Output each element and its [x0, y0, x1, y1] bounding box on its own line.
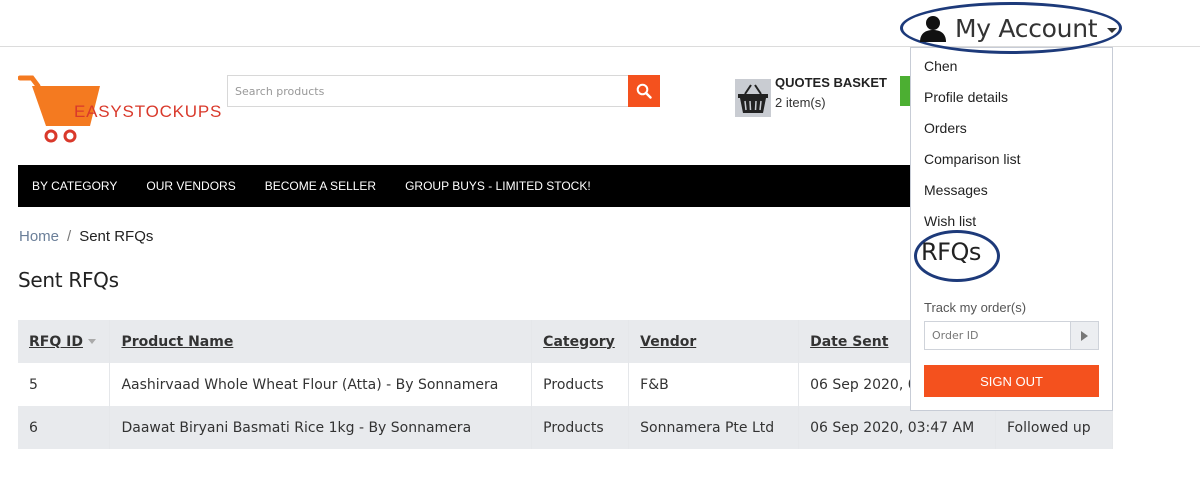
menu-item-orders[interactable]: Orders — [924, 120, 967, 136]
page: My Account EASYSTOCKUPS Search products … — [0, 0, 1200, 500]
column-product-name[interactable]: Product Name — [109, 320, 533, 363]
search-button[interactable] — [628, 75, 660, 107]
cell-rfq-id: 5 — [18, 363, 111, 406]
nav-our-vendors[interactable]: OUR VENDORS — [146, 179, 235, 193]
account-dropdown: Chen Profile details Orders Comparison l… — [910, 47, 1113, 411]
logo-text: EASYSTOCKUPS — [74, 102, 223, 121]
menu-item-messages[interactable]: Messages — [924, 182, 988, 198]
cell-rfq-id: 6 — [18, 406, 111, 449]
cell-status: Followed up — [995, 406, 1114, 449]
column-vendor[interactable]: Vendor — [628, 320, 800, 363]
sort-down-icon — [87, 339, 96, 344]
order-id-input[interactable] — [924, 321, 1070, 350]
basket-title: QUOTES BASKET — [775, 75, 887, 90]
nav-become-seller[interactable]: BECOME A SELLER — [265, 179, 376, 193]
menu-item-comparison-list[interactable]: Comparison list — [924, 151, 1020, 167]
basket-icon — [735, 79, 771, 117]
cell-category: Products — [531, 406, 630, 449]
breadcrumb: Home / Sent RFQs — [19, 228, 153, 245]
cell-date-sent: 06 Sep 2020, 03:47 AM — [798, 406, 996, 449]
my-account-label: My Account — [955, 13, 1098, 43]
table-row[interactable]: 6 Daawat Biryani Basmati Rice 1kg - By S… — [18, 406, 1114, 449]
my-account-menu-button[interactable]: My Account — [900, 2, 1122, 54]
menu-item-user-name[interactable]: Chen — [924, 58, 957, 74]
cell-product-name: Aashirvaad Whole Wheat Flour (Atta) - By… — [109, 363, 533, 406]
nav-by-category[interactable]: BY CATEGORY — [32, 179, 117, 193]
search-bar — [227, 75, 660, 107]
cell-vendor: Sonnamera Pte Ltd — [628, 406, 800, 449]
track-orders-label: Track my order(s) — [924, 300, 1027, 315]
menu-item-wish-list[interactable]: Wish list — [924, 213, 976, 229]
menu-item-profile-details[interactable]: Profile details — [924, 89, 1008, 105]
site-logo[interactable]: EASYSTOCKUPS — [17, 72, 221, 144]
page-title: Sent RFQs — [18, 268, 119, 292]
breadcrumb-current: Sent RFQs — [79, 228, 154, 245]
column-rfq-id[interactable]: RFQ ID — [18, 320, 111, 363]
cell-category: Products — [531, 363, 630, 406]
nav-group-buys[interactable]: GROUP BUYS - LIMITED STOCK! — [405, 179, 591, 193]
chevron-down-icon — [1107, 27, 1118, 33]
breadcrumb-home[interactable]: Home — [19, 228, 59, 245]
quotes-basket[interactable]: QUOTES BASKET 2 item(s) — [735, 75, 887, 117]
cell-product-name: Daawat Biryani Basmati Rice 1kg - By Son… — [109, 406, 533, 449]
basket-count: 2 item(s) — [775, 95, 826, 110]
track-order-button[interactable] — [1070, 321, 1099, 350]
search-icon — [636, 83, 652, 99]
menu-item-rfqs[interactable]: RFQs — [921, 238, 981, 266]
column-category[interactable]: Category — [531, 320, 630, 363]
play-arrow-icon — [1081, 330, 1088, 341]
breadcrumb-separator: / — [67, 228, 72, 245]
sign-out-button[interactable]: SIGN OUT — [924, 365, 1099, 397]
cell-vendor: F&B — [628, 363, 800, 406]
user-icon — [920, 16, 946, 42]
search-input[interactable] — [227, 75, 628, 107]
